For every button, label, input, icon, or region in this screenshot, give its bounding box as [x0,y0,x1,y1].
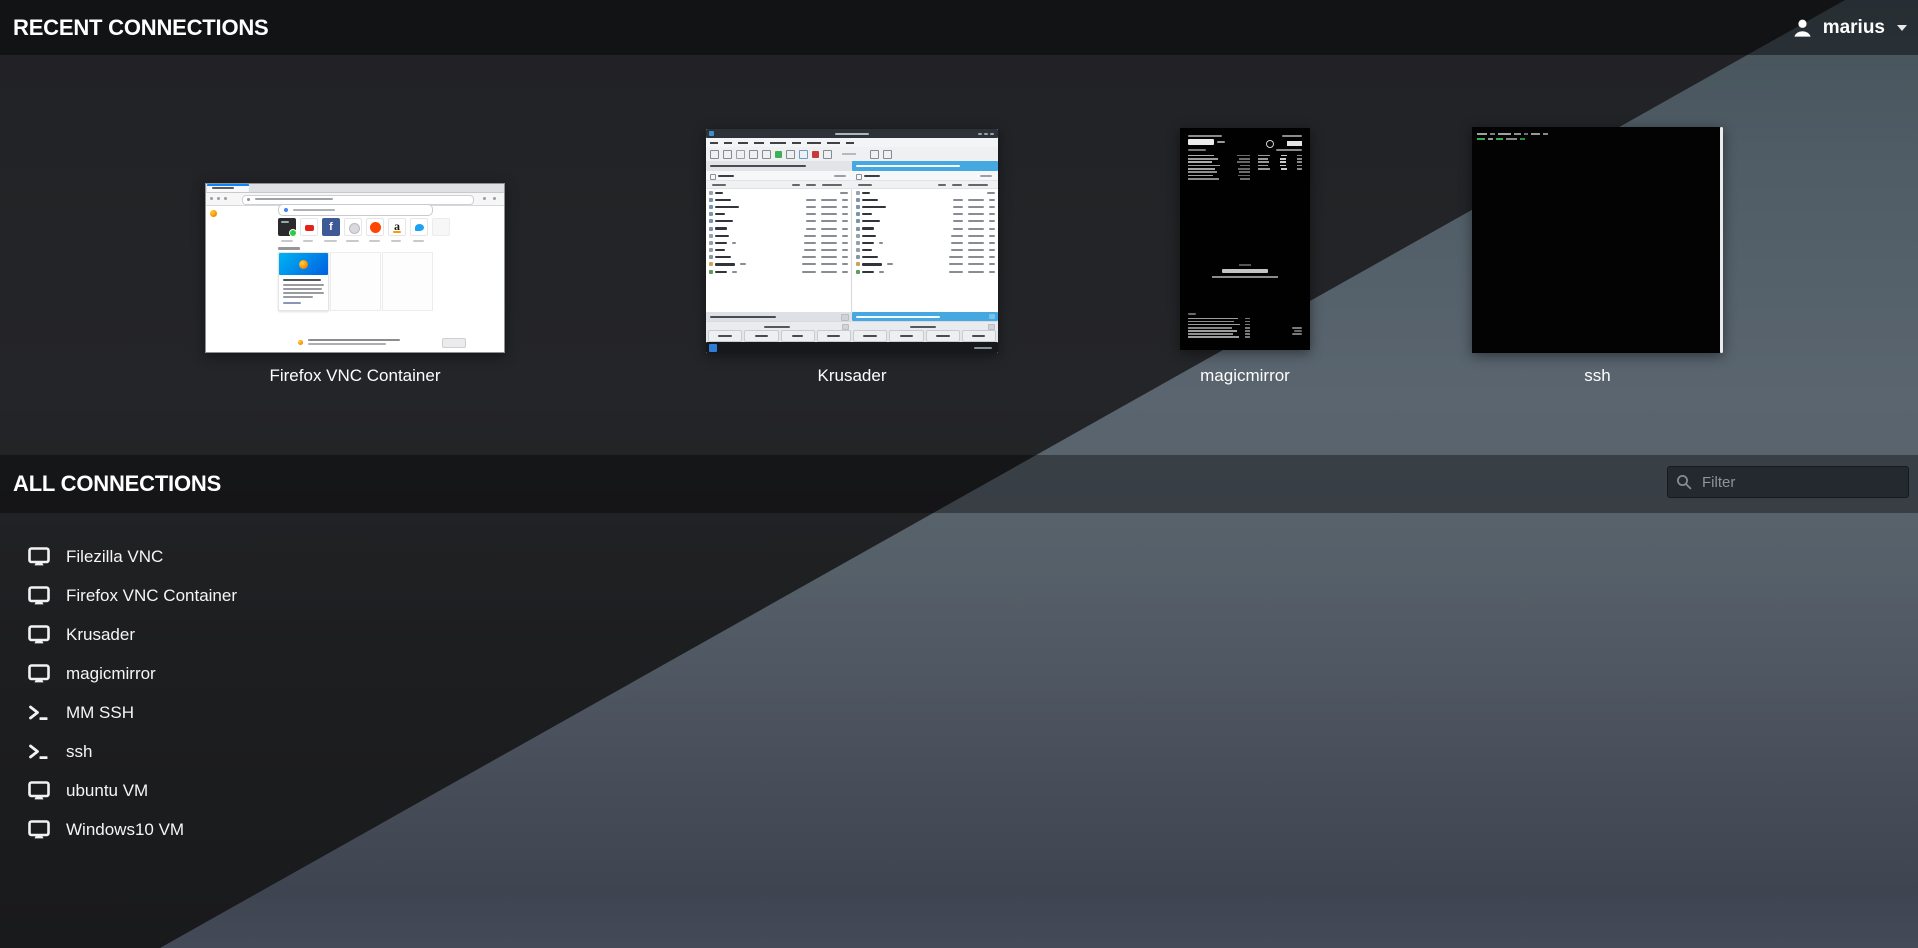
caret-down-icon [1896,24,1908,32]
krusader-taskbar [706,342,998,353]
recent-connection-label[interactable]: magicmirror [1180,364,1310,388]
recent-connection-label[interactable]: ssh [1472,364,1723,388]
connection-name: Krusader [66,625,135,645]
all-connections-list: Filezilla VNC Firefox VNC Container Krus… [0,537,277,849]
krusader-right-path-bar-active [852,161,998,171]
terminal-tile-icon [278,218,296,236]
terminal-icon [28,703,50,723]
person-icon [1791,16,1814,40]
top-bar: RECENT CONNECTIONS marius [0,0,1918,55]
magicmirror-news-table [1188,317,1250,339]
all-connections-title: ALL CONNECTIONS [13,455,221,513]
connection-item-filezilla-vnc[interactable]: Filezilla VNC [0,537,203,576]
filter-box[interactable] [1667,466,1909,498]
username-label: marius [1823,17,1885,39]
monitor-icon [28,547,50,567]
newtab-search-bar [278,204,433,216]
page-title: RECENT CONNECTIONS [13,0,269,55]
magicmirror-calendar [1188,154,1250,180]
recent-connection-thumbnail-magicmirror[interactable] [1180,128,1310,350]
recent-connection-thumbnail-firefox-vnc-container[interactable]: f a [205,183,505,353]
krusader-left-panel [706,189,852,312]
youtube-tile-icon [300,218,318,236]
monitor-icon [28,820,50,840]
connection-name: Firefox VNC Container [66,586,237,606]
wikipedia-tile-icon [344,218,362,236]
krusader-toolbar [706,147,998,162]
terminal-icon [28,742,50,762]
reddit-tile-icon [366,218,384,236]
recent-connection-thumbnail-krusader[interactable] [706,129,998,353]
krusader-right-panel [853,189,998,312]
connection-name: magicmirror [66,664,156,684]
krusader-fn-buttons [706,330,998,342]
connection-item-firefox-vnc-container[interactable]: Firefox VNC Container [0,576,277,615]
magicmirror-compliment [1180,269,1310,273]
connection-item-magicmirror[interactable]: magicmirror [0,654,196,693]
recent-connection-thumbnail-ssh[interactable] [1472,127,1723,353]
facebook-tile-icon: f [322,218,340,236]
terminal-scrollbar [1720,127,1723,353]
krusader-menu-bar [706,138,998,147]
connection-name: ubuntu VM [66,781,148,801]
terminal-output-line [1477,133,1548,135]
magicmirror-clock [1188,139,1214,145]
monitor-icon [28,625,50,645]
krusader-left-path-bar [706,161,852,171]
connection-item-ssh[interactable]: ssh [0,732,132,771]
connection-name: ssh [66,742,92,762]
connection-item-ubuntu-vm[interactable]: ubuntu VM [0,771,188,810]
firefox-highlight-card [278,252,329,311]
terminal-prompt-line [1477,138,1525,140]
url-bar [242,195,474,205]
search-icon [1676,474,1692,490]
connection-item-krusader[interactable]: Krusader [0,615,175,654]
browser-tab-strip [206,184,504,193]
firefox-logo [210,210,217,217]
magicmirror-weather [1266,140,1302,147]
user-menu[interactable]: marius [1791,0,1908,55]
connection-name: Filezilla VNC [66,547,163,567]
recent-connection-label[interactable]: Krusader [706,364,998,388]
monitor-icon [28,586,50,606]
monitor-icon [28,781,50,801]
connection-name: MM SSH [66,703,134,723]
guacamole-home-screen: RECENT CONNECTIONS marius [0,0,1918,948]
all-connections-bar: ALL CONNECTIONS [0,455,1918,513]
connection-item-windows10-vm[interactable]: Windows10 VM [0,810,224,849]
connection-item-mm-ssh[interactable]: MM SSH [0,693,174,732]
krusader-title-bar [706,129,998,138]
magicmirror-forecast [1258,154,1302,170]
recent-connection-label[interactable]: Firefox VNC Container [205,364,505,388]
amazon-tile-icon: a [388,218,406,236]
twitter-tile-icon [410,218,428,236]
monitor-icon [28,664,50,684]
connection-name: Windows10 VM [66,820,184,840]
filter-input[interactable] [1700,473,1903,492]
